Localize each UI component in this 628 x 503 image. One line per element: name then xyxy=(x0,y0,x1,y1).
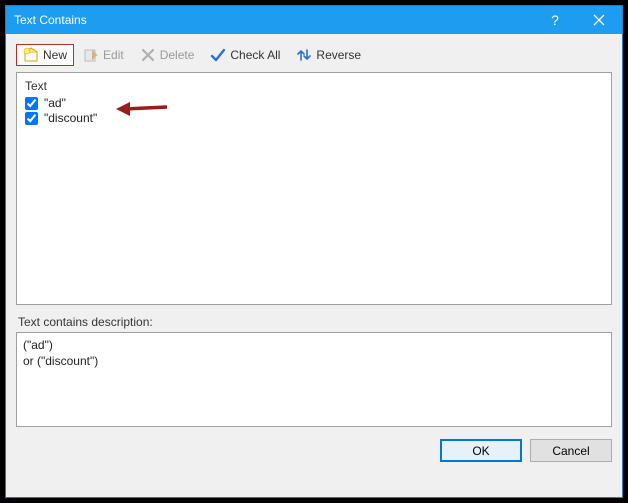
new-icon xyxy=(23,47,39,63)
new-label: New xyxy=(43,48,67,62)
dialog-body: New Edit Delete xyxy=(6,34,622,497)
delete-icon xyxy=(140,47,156,63)
edit-label: Edit xyxy=(103,48,124,62)
description-label: Text contains description: xyxy=(16,315,612,329)
edit-button[interactable]: Edit xyxy=(76,44,131,66)
check-all-button[interactable]: Check All xyxy=(203,44,287,66)
reverse-icon xyxy=(296,47,312,63)
list-item-checkbox[interactable] xyxy=(25,112,38,125)
description-panel: ("ad") or ("discount") xyxy=(16,332,612,427)
dialog-window: Text Contains ? New xyxy=(5,5,623,498)
close-icon xyxy=(593,14,605,26)
list-item[interactable]: "ad" xyxy=(23,96,605,111)
new-button[interactable]: New xyxy=(16,44,74,66)
delete-button[interactable]: Delete xyxy=(133,44,202,66)
help-button[interactable]: ? xyxy=(534,6,576,34)
list-item-label: "ad" xyxy=(44,96,66,110)
list-item[interactable]: "discount" xyxy=(23,111,605,126)
titlebar: Text Contains ? xyxy=(6,6,622,34)
cancel-button[interactable]: Cancel xyxy=(530,439,612,462)
button-row: OK Cancel xyxy=(16,427,612,462)
list-header: Text xyxy=(23,77,605,96)
check-icon xyxy=(210,47,226,63)
delete-label: Delete xyxy=(160,48,195,62)
ok-button[interactable]: OK xyxy=(440,439,522,462)
toolbar: New Edit Delete xyxy=(16,42,612,72)
reverse-button[interactable]: Reverse xyxy=(289,44,368,66)
check-all-label: Check All xyxy=(230,48,280,62)
list-item-label: "discount" xyxy=(44,111,97,125)
text-list-panel: Text "ad""discount" xyxy=(16,72,612,305)
window-title: Text Contains xyxy=(6,13,534,27)
cancel-label: Cancel xyxy=(552,444,589,458)
close-button[interactable] xyxy=(576,6,622,34)
edit-icon xyxy=(83,47,99,63)
list-item-checkbox[interactable] xyxy=(25,97,38,110)
reverse-label: Reverse xyxy=(316,48,361,62)
ok-label: OK xyxy=(472,444,489,458)
